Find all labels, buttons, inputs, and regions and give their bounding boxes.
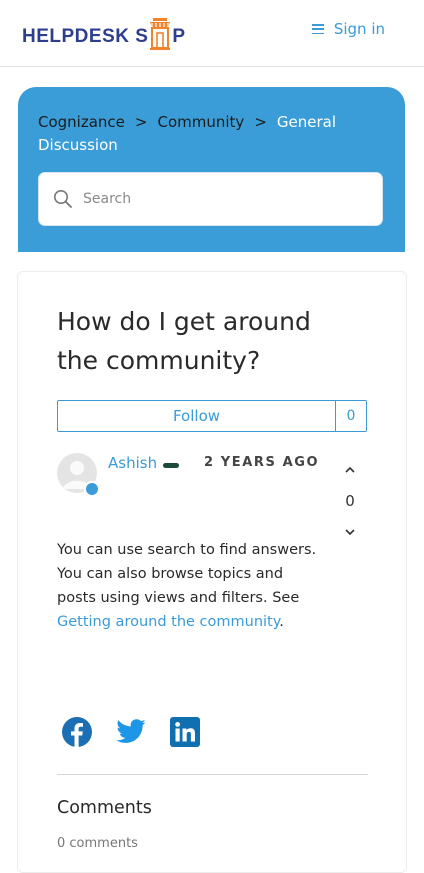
- downvote-chevron-down-icon[interactable]: [343, 524, 357, 538]
- post-body-end: .: [279, 614, 284, 630]
- sign-in-button[interactable]: Sign in: [311, 20, 385, 38]
- post-body-text: You can use search to find answers. You …: [57, 542, 317, 606]
- author-badge: [163, 463, 179, 468]
- facebook-icon[interactable]: [61, 716, 93, 748]
- shop-icon: [149, 18, 171, 50]
- post-body: You can use search to find answers. You …: [57, 538, 317, 634]
- twitter-icon[interactable]: [115, 716, 147, 748]
- search-input[interactable]: [81, 190, 365, 208]
- upvote-chevron-up-icon[interactable]: [343, 462, 357, 476]
- online-status-dot: [84, 481, 100, 497]
- getting-around-link[interactable]: Getting around the community: [57, 614, 279, 630]
- sign-in-label: Sign in: [333, 20, 385, 38]
- logo-text-part1: HELPDESK S: [22, 26, 149, 47]
- post-title: How do I get around the community?: [57, 307, 311, 375]
- post-card: How do I get around the community? Follo…: [17, 271, 407, 873]
- share-links: [61, 716, 201, 748]
- breadcrumb: Cognizance > Community > General Discussion: [38, 111, 368, 157]
- search-icon: [53, 189, 73, 209]
- vote-count: 0: [345, 492, 355, 510]
- hero-banner: Cognizance > Community > General Discussion: [18, 87, 405, 252]
- breadcrumb-community[interactable]: Community: [157, 113, 244, 131]
- linkedin-icon[interactable]: [169, 716, 201, 748]
- follow-control: Follow 0: [57, 400, 367, 432]
- logo-text-part2: P: [172, 26, 186, 47]
- author-name[interactable]: Ashish: [108, 454, 157, 472]
- follow-count: 0: [335, 401, 366, 431]
- search-box[interactable]: [38, 172, 383, 226]
- breadcrumb-separator: >: [134, 113, 148, 131]
- top-bar: HELPDESK S P Sign in: [0, 0, 424, 67]
- comments-heading: Comments: [57, 798, 152, 818]
- helpdesk-shop-logo[interactable]: HELPDESK S P: [22, 14, 186, 50]
- breadcrumb-separator: >: [254, 113, 267, 131]
- menu-icon[interactable]: [311, 24, 324, 34]
- post-time: 2 YEARS AGO: [204, 455, 320, 470]
- follow-button[interactable]: Follow: [58, 401, 335, 431]
- divider: [57, 774, 368, 775]
- breadcrumb-cognizance[interactable]: Cognizance: [38, 113, 125, 131]
